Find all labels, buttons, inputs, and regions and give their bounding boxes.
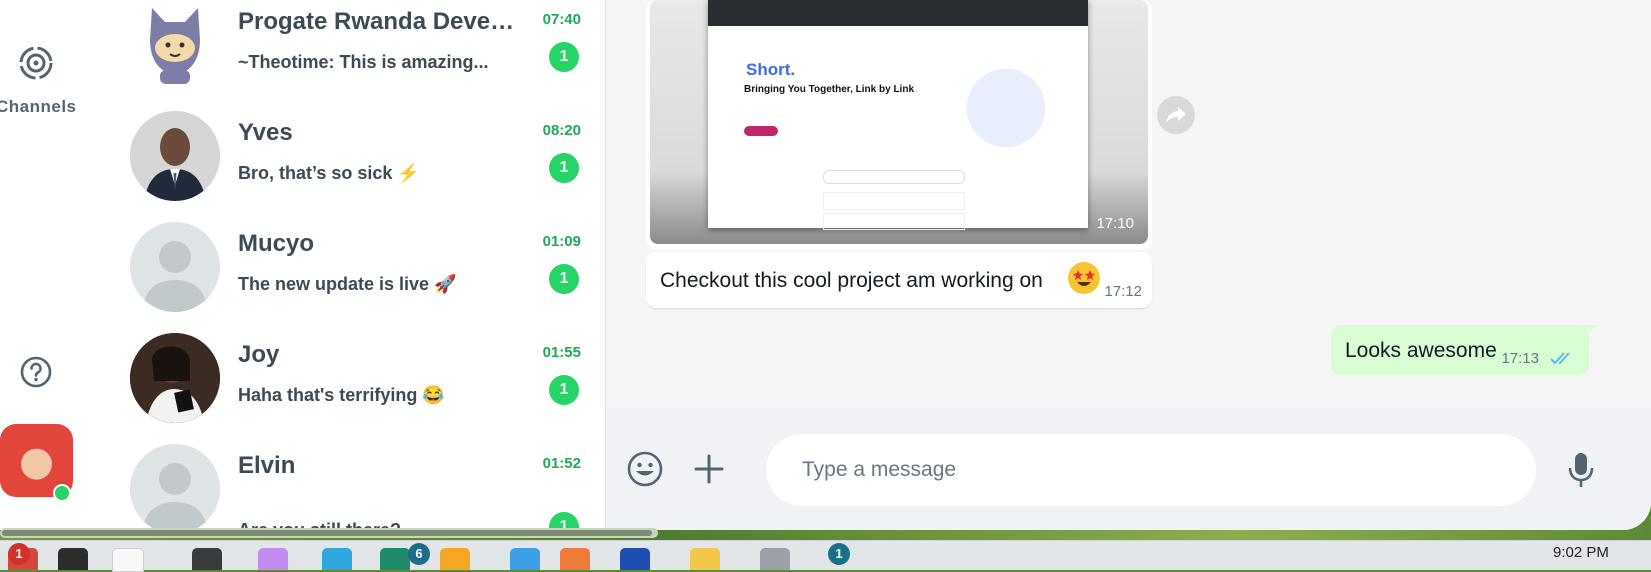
preview-link-input — [823, 170, 965, 184]
system-clock: 9:02 PM — [1553, 544, 1609, 561]
app-icon[interactable] — [690, 548, 720, 570]
app-icon[interactable] — [760, 548, 790, 570]
emoji-icon[interactable] — [626, 450, 664, 488]
chat-preview: The new update is live 🚀 — [238, 274, 457, 294]
chat-name: Elvin — [238, 452, 296, 479]
dock: 1 6 1 9:02 PM — [0, 540, 1651, 572]
channels-icon[interactable] — [18, 45, 54, 81]
text-message[interactable]: Checkout this cool project am working on… — [646, 252, 1152, 308]
message-composer — [606, 408, 1651, 530]
group-avatar — [130, 0, 220, 90]
message-time: 17:12 — [1104, 283, 1142, 300]
chat-preview: Haha that's terrifying 😂 — [238, 385, 445, 405]
preview-headline: Bringing You Together, Link by Link — [744, 84, 915, 95]
chat-list-item[interactable]: Progate Rwanda Deve… 07:40 ~Theotime: Th… — [110, 0, 605, 117]
message-text: Checkout this cool project am working on — [660, 269, 1043, 292]
chat-name: Progate Rwanda Deve… — [238, 8, 515, 35]
chat-time: 01:52 — [542, 455, 581, 472]
notification-badge: 1 — [828, 543, 850, 565]
horizontal-scrollbar[interactable] — [0, 528, 658, 538]
unread-badge: 1 — [549, 153, 579, 183]
chat-name: Joy — [238, 341, 280, 368]
preview-illustration — [956, 58, 1056, 158]
app-icon[interactable] — [440, 548, 470, 570]
chat-preview: Bro, that’s so sick ⚡ — [238, 163, 420, 183]
default-avatar-icon — [130, 444, 220, 530]
chat-name: Yves — [238, 119, 293, 146]
default-avatar-icon — [130, 222, 220, 312]
app-icon[interactable] — [258, 548, 288, 570]
unread-badge: 1 — [549, 264, 579, 294]
chat-list-item[interactable]: Mucyo 01:09 The new update is live 🚀 1 — [110, 222, 605, 339]
help-icon[interactable] — [19, 355, 53, 389]
chat-list: Progate Rwanda Deve… 07:40 ~Theotime: Th… — [110, 0, 605, 530]
message-input[interactable] — [766, 434, 1536, 506]
outgoing-message[interactable]: Looks awesome 17:13 — [1331, 325, 1589, 375]
contact-avatar — [130, 333, 220, 423]
preview-cta-button — [744, 126, 778, 136]
star-struck-emoji-icon — [1068, 262, 1100, 294]
unread-badge: 1 — [549, 375, 579, 405]
app-window: Channels Progate Rwanda Deve… 07:40 ~The… — [0, 0, 1651, 530]
chat-time: 01:55 — [542, 344, 581, 361]
navigation-rail: Channels — [0, 0, 110, 530]
app-icon[interactable] — [560, 548, 590, 570]
message-time: 17:10 — [1096, 215, 1134, 232]
forward-button[interactable] — [1157, 96, 1195, 134]
read-receipt-icon — [1549, 349, 1577, 367]
unread-badge: 1 — [549, 42, 579, 72]
chat-list-item[interactable]: Yves 08:20 Bro, that’s so sick ⚡ 1 — [110, 111, 605, 228]
online-status-indicator — [53, 484, 71, 502]
app-icon[interactable] — [112, 548, 144, 572]
chat-name: Mucyo — [238, 230, 315, 257]
scrollbar-thumb[interactable] — [2, 530, 652, 536]
message-text: Looks awesome — [1345, 339, 1497, 362]
image-message[interactable]: Short. Bringing You Together, Link by Li… — [646, 0, 1152, 250]
message-time: 17:13 — [1501, 350, 1539, 367]
app-icon[interactable] — [620, 548, 650, 570]
chat-time: 08:20 — [542, 122, 581, 139]
image-preview[interactable]: Short. Bringing You Together, Link by Li… — [650, 0, 1148, 244]
channels-label[interactable]: Channels — [0, 97, 77, 117]
preview-link-row — [823, 192, 965, 210]
browser-toolbar — [708, 0, 1088, 26]
chat-preview: ~Theotime: This is amazing... — [238, 52, 489, 72]
chat-time: 01:09 — [542, 233, 581, 250]
app-icon[interactable] — [510, 548, 540, 570]
preview-brand: Short. — [746, 60, 796, 79]
conversation-panel: Short. Bringing You Together, Link by Li… — [605, 0, 1651, 530]
notification-badge: 1 — [8, 543, 30, 565]
app-icon[interactable] — [380, 548, 410, 570]
microphone-icon[interactable] — [1566, 450, 1596, 490]
app-icon[interactable] — [192, 548, 222, 570]
chat-list-item[interactable]: Joy 01:55 Haha that's terrifying 😂 1 — [110, 333, 605, 450]
preview-link-row — [823, 213, 965, 230]
attach-plus-icon[interactable] — [690, 450, 728, 488]
website-screenshot: Short. Bringing You Together, Link by Li… — [708, 0, 1088, 230]
app-icon[interactable] — [322, 548, 352, 570]
notification-badge: 6 — [408, 543, 430, 565]
contact-avatar — [130, 111, 220, 201]
app-icon[interactable] — [58, 548, 88, 570]
chat-time: 07:40 — [542, 11, 581, 28]
chat-list-item[interactable]: Elvin 01:52 Are you still there? 1 — [110, 444, 605, 530]
